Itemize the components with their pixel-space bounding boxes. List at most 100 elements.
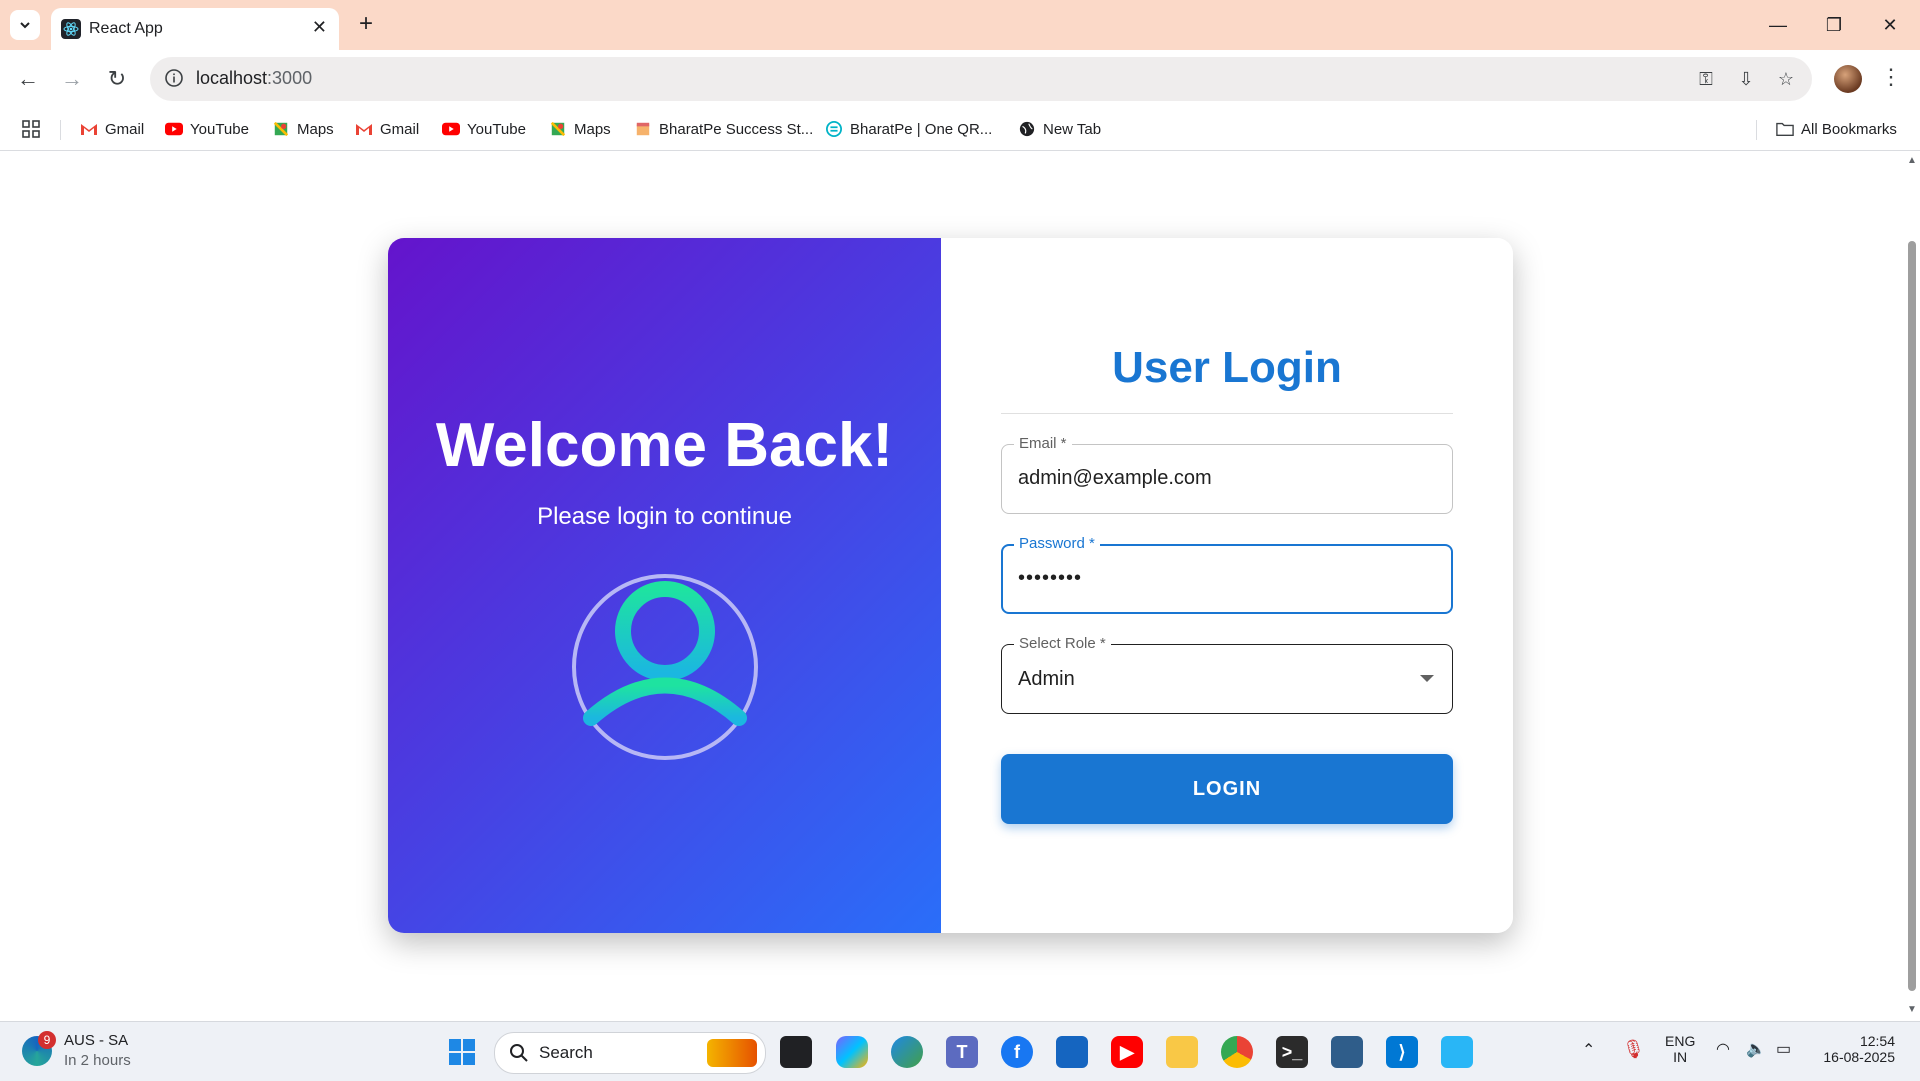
role-value: Admin xyxy=(1018,668,1075,690)
maps-icon xyxy=(273,121,289,137)
terminal-icon[interactable]: >_ xyxy=(1276,1036,1308,1068)
file-explorer-icon[interactable] xyxy=(1166,1036,1198,1068)
wifi-icon[interactable]: ◠ xyxy=(1716,1039,1730,1059)
globe-icon xyxy=(1019,121,1035,137)
back-arrow-icon[interactable]: ← xyxy=(12,63,44,95)
copilot-icon[interactable] xyxy=(836,1036,868,1068)
address-bar[interactable]: localhost:3000 ⚿ ⇩ ☆ xyxy=(150,57,1812,101)
search-label: Search xyxy=(539,1043,593,1062)
youtube-icon xyxy=(442,122,460,136)
all-bookmarks[interactable]: All Bookmarks xyxy=(1776,118,1897,140)
browser-toolbar: ← → ↻ localhost:3000 ⚿ ⇩ ☆ ⋮ xyxy=(0,50,1920,108)
password-field[interactable]: Password * •••••••• xyxy=(1001,535,1453,614)
dropdown-caret-icon[interactable] xyxy=(1420,675,1434,682)
install-app-icon[interactable]: ⇩ xyxy=(1734,67,1758,91)
page-scrollbar[interactable]: ▲ ▼ xyxy=(1904,151,1920,1021)
battery-icon[interactable]: ▭ xyxy=(1776,1039,1791,1059)
email-input[interactable]: admin@example.com xyxy=(1018,467,1212,490)
maps-icon xyxy=(550,121,566,137)
bookmark-bharatpe-qr[interactable]: BharatPe | One QR... xyxy=(825,118,992,140)
search-icon xyxy=(510,1044,528,1062)
bookmark-star-icon[interactable]: ☆ xyxy=(1774,67,1798,91)
youtube-icon xyxy=(165,122,183,136)
login-title: User Login xyxy=(1112,343,1342,392)
notepad-icon[interactable] xyxy=(1441,1036,1473,1068)
chevron-down-icon xyxy=(20,22,30,29)
clock-time: 12:54 xyxy=(1859,1033,1895,1049)
tray-chevron-up-icon[interactable]: ⌃ xyxy=(1582,1040,1595,1060)
login-card: Welcome Back! Please login to continue U… xyxy=(388,238,1513,933)
site-info-icon[interactable] xyxy=(164,68,184,88)
forward-arrow-icon[interactable]: → xyxy=(56,63,88,95)
bookmark-new-tab[interactable]: New Tab xyxy=(1018,118,1101,140)
weather-badge: 9 xyxy=(38,1031,56,1049)
clock[interactable]: 12:54 16-08-2025 xyxy=(1815,1033,1895,1065)
windows-start-icon[interactable] xyxy=(446,1036,478,1068)
windows-taskbar: 9 AUS - SA In 2 hours Search T f ▶ >_ ⟩ … xyxy=(0,1021,1920,1081)
search-highlight-icon xyxy=(707,1039,757,1067)
password-label: Password * xyxy=(1014,535,1100,552)
profile-avatar[interactable] xyxy=(1834,65,1862,93)
email-field[interactable]: Email * admin@example.com xyxy=(1001,435,1453,514)
browser-titlebar: React App ✕ + — ❐ ✕ xyxy=(0,0,1920,50)
store-icon[interactable] xyxy=(1056,1036,1088,1068)
bookmark-maps[interactable]: Maps xyxy=(272,118,334,140)
welcome-subtitle: Please login to continue xyxy=(537,503,792,530)
vscode-icon[interactable]: ⟩ xyxy=(1386,1036,1418,1068)
browser-tab-active[interactable]: React App ✕ xyxy=(51,8,339,50)
bharatpe-qr-icon xyxy=(826,121,842,137)
folder-icon xyxy=(1776,122,1794,136)
apps-grid-icon[interactable] xyxy=(22,118,40,140)
bookmark-gmail[interactable]: Gmail xyxy=(80,118,144,140)
react-logo-icon xyxy=(61,19,81,39)
role-select[interactable]: Select Role * Admin xyxy=(1001,635,1453,714)
scroll-down-arrow-icon[interactable]: ▼ xyxy=(1907,1004,1917,1015)
scroll-up-arrow-icon[interactable]: ▲ xyxy=(1907,155,1917,166)
task-view-icon[interactable] xyxy=(780,1036,812,1068)
facebook-icon[interactable]: f xyxy=(1001,1036,1033,1068)
url-text: localhost:3000 xyxy=(196,68,313,88)
role-label: Select Role * xyxy=(1014,635,1111,652)
password-input[interactable]: •••••••• xyxy=(1018,567,1082,590)
scrollbar-thumb[interactable] xyxy=(1908,241,1916,991)
chrome-icon[interactable] xyxy=(1221,1036,1253,1068)
bookmark-youtube-2[interactable]: YouTube xyxy=(442,118,526,140)
bookmarks-divider xyxy=(60,120,61,140)
bharatpe-icon xyxy=(636,122,650,136)
gmail-icon xyxy=(356,124,372,135)
bookmark-maps-2[interactable]: Maps xyxy=(549,118,611,140)
tab-close-icon[interactable]: ✕ xyxy=(312,17,327,38)
close-window-icon[interactable]: ✕ xyxy=(1862,0,1918,50)
teams-icon[interactable]: T xyxy=(946,1036,978,1068)
bookmarks-bar: Gmail YouTube Maps Gmail YouTube Maps Bh… xyxy=(0,108,1920,151)
clock-date: 16-08-2025 xyxy=(1823,1049,1895,1065)
minimize-icon[interactable]: — xyxy=(1750,0,1806,50)
password-key-icon[interactable]: ⚿ xyxy=(1694,67,1718,91)
language-indicator[interactable]: ENG IN xyxy=(1665,1033,1695,1065)
login-form-panel: User Login Email * admin@example.com Pas… xyxy=(941,238,1513,933)
weather-location: AUS - SA xyxy=(64,1032,129,1049)
login-button[interactable]: LOGIN xyxy=(1001,754,1453,824)
new-tab-plus-icon[interactable]: + xyxy=(352,10,380,38)
mysql-workbench-icon[interactable] xyxy=(1331,1036,1363,1068)
bookmarks-divider-right xyxy=(1756,120,1757,140)
reload-icon[interactable]: ↻ xyxy=(101,63,133,95)
bookmark-youtube[interactable]: YouTube xyxy=(165,118,249,140)
bookmark-gmail-2[interactable]: Gmail xyxy=(355,118,419,140)
volume-icon[interactable]: 🔈 xyxy=(1746,1039,1766,1059)
gmail-icon xyxy=(81,124,97,135)
weather-subtext: In 2 hours xyxy=(64,1052,131,1069)
microphone-icon[interactable]: 🎙 xyxy=(1622,1039,1645,1060)
edge-icon[interactable] xyxy=(891,1036,923,1068)
email-label: Email * xyxy=(1014,435,1072,452)
user-avatar-icon xyxy=(572,574,758,760)
youtube-app-icon[interactable]: ▶ xyxy=(1111,1036,1143,1068)
title-divider xyxy=(1001,413,1453,414)
bookmark-bharatpe-success[interactable]: BharatPe Success St... xyxy=(634,118,813,140)
tab-title: React App xyxy=(89,20,163,37)
restore-icon[interactable]: ❐ xyxy=(1806,0,1862,50)
welcome-panel: Welcome Back! Please login to continue xyxy=(388,238,941,933)
menu-kebab-icon[interactable]: ⋮ xyxy=(1880,64,1902,90)
taskbar-search[interactable]: Search xyxy=(494,1032,766,1074)
tab-search-button[interactable] xyxy=(10,10,40,40)
